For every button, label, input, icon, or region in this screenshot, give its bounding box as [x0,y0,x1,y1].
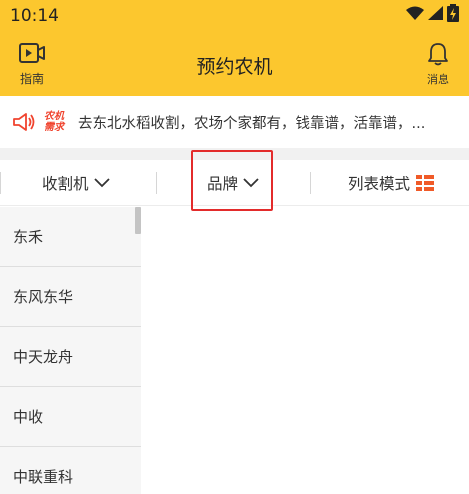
brand-list: 东禾 东风东华 中天龙舟 中收 中联重科 [0,207,141,494]
notice-tag-line2: 需求 [44,122,64,133]
harvester-filter-label: 收割机 [42,175,89,193]
signal-icon [428,6,443,20]
list-mode-label: 列表模式 [348,175,411,193]
battery-icon [447,4,459,22]
megaphone-icon [13,113,35,131]
notice-tag: 农机 需求 [40,111,68,133]
brand-item[interactable]: 中天龙舟 [0,327,141,387]
harvester-filter[interactable]: 收割机 [42,160,110,206]
brand-item[interactable]: 中收 [0,387,141,447]
filter-divider [310,172,311,194]
notice-tag-line1: 农机 [44,111,64,122]
filter-divider [156,172,157,194]
list-mode-toggle[interactable]: 列表模式 [348,160,435,206]
page-title: 预约农机 [196,56,273,78]
message-button[interactable]: 消息 [421,42,455,87]
status-time: 10:14 [10,6,59,26]
status-icons [406,4,459,22]
bell-icon [428,43,448,66]
filter-edge-divider [0,172,1,194]
scrollbar-thumb[interactable] [135,207,141,234]
brand-filter-highlight [191,150,273,211]
brand-item[interactable]: 中联重科 [0,447,141,494]
notice-text: 去东北水稻收割，农场个家都有，钱靠谱，活靠谱，... [78,115,426,132]
chevron-down-icon [93,178,110,188]
notice-bar[interactable]: 农机 需求 去东北水稻收割，农场个家都有，钱靠谱，活靠谱，... [0,96,469,148]
wifi-icon [406,6,424,20]
message-label: 消息 [427,73,449,86]
list-mode-icon [416,175,435,191]
brand-item[interactable]: 东风东华 [0,267,141,327]
brand-item[interactable]: 东禾 [0,207,141,267]
top-bar: 10:14 指南 预约农机 消息 [0,0,469,96]
